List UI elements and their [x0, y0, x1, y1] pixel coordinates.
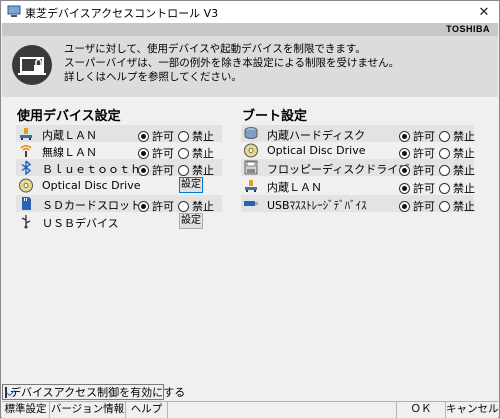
boot-row-lan: 内蔵ＬＡＮ 許可 禁止 [241, 177, 475, 196]
hard-disk-icon [244, 127, 258, 139]
lan-icon [20, 128, 32, 140]
enable-access-control-label: デバイスアクセス制御を有効にする [10, 386, 186, 399]
boot-label: Optical Disc Drive [267, 144, 366, 157]
device-label: 無線ＬＡＮ [42, 146, 97, 159]
bottom-button-bar: 標準設定 バージョン情報 ヘルプ ＯＫ キャンセル [2, 401, 499, 418]
boot-label: 内蔵ＬＡＮ [267, 181, 322, 194]
description-line: スーパーバイザは、一部の例外を除き本設定による制限を受けません。 [64, 57, 400, 69]
deny-radio[interactable]: 禁止 [178, 162, 214, 178]
floppy-icon [244, 160, 258, 175]
close-button[interactable]: ✕ [469, 1, 499, 23]
usb-storage-icon [244, 201, 258, 206]
device-label: 内蔵ＬＡＮ [42, 129, 97, 142]
usb-settings-button[interactable]: 設定 [179, 213, 203, 229]
boot-row-optical-disc: Optical Disc Drive 許可 禁止 [241, 142, 475, 160]
window-title: 東芝デバイスアクセスコントロール V3 [25, 7, 219, 20]
security-lock-icon [12, 45, 52, 85]
device-row-optical-disc: Optical Disc Drive 設定 [16, 177, 222, 194]
device-row-sd-card: ＳＤカードスロット 許可 禁止 [16, 195, 222, 214]
title-bar[interactable]: 東芝デバイスアクセスコントロール V3 ✕ [1, 1, 499, 23]
deny-radio[interactable]: 禁止 [178, 198, 214, 214]
lan-icon [245, 180, 257, 192]
sd-card-icon [22, 197, 31, 210]
boot-label: USBﾏｽｽﾄﾚｰｼﾞﾃﾞﾊﾞｲｽ [267, 199, 367, 212]
header-band: TOSHIBA ユーザに対して、使用デバイスや起動デバイスを制限できます。 スー… [2, 23, 498, 97]
deny-radio[interactable]: 禁止 [439, 162, 475, 178]
allow-radio[interactable]: 許可 [399, 162, 435, 178]
app-window: 東芝デバイスアクセスコントロール V3 ✕ TOSHIBA ユーザに対して、使用… [0, 0, 500, 418]
boot-label: 内蔵ハードディスク [267, 129, 366, 142]
boot-label: フロッピーディスクドライブ [267, 163, 410, 176]
wireless-lan-icon [20, 145, 32, 157]
enable-access-control-checkbox[interactable]: デバイスアクセス制御を有効にする [2, 384, 185, 400]
header-description: ユーザに対して、使用デバイスや起動デバイスを制限できます。 スーパーバイザは、一… [64, 42, 399, 84]
usb-icon [21, 215, 31, 229]
allow-radio[interactable]: 許可 [399, 180, 435, 196]
help-button[interactable]: ヘルプ [126, 402, 168, 418]
description-line: ユーザに対して、使用デバイスや起動デバイスを制限できます。 [64, 43, 366, 55]
allow-radio[interactable]: 許可 [138, 162, 174, 178]
boot-row-usb-storage: USBﾏｽｽﾄﾚｰｼﾞﾃﾞﾊﾞｲｽ 許可 禁止 [241, 195, 475, 214]
boot-settings-title: ブート設定 [242, 109, 308, 124]
default-settings-button[interactable]: 標準設定 [2, 402, 50, 418]
checkbox-checked-icon[interactable] [5, 386, 7, 398]
device-settings-title: 使用デバイス設定 [17, 109, 121, 124]
device-label: Ｂｌｕｅｔｏｏｔｈ [42, 163, 141, 176]
app-icon [7, 5, 21, 17]
device-row-usb: ＵＳＢデバイス 設定 [16, 213, 222, 230]
brand-logo: TOSHIBA [446, 24, 490, 34]
deny-radio[interactable]: 禁止 [439, 198, 475, 214]
allow-radio[interactable]: 許可 [138, 198, 174, 214]
boot-row-floppy: フロッピーディスクドライブ 許可 禁止 [241, 159, 475, 178]
ok-button[interactable]: ＯＫ [396, 402, 446, 418]
version-info-button[interactable]: バージョン情報 [50, 402, 126, 418]
device-row-bluetooth: Ｂｌｕｅｔｏｏｔｈ 許可 禁止 [16, 159, 222, 178]
optical-disc-settings-button[interactable]: 設定 [179, 177, 203, 193]
allow-radio[interactable]: 許可 [399, 198, 435, 214]
brand-bar: TOSHIBA [2, 23, 498, 36]
optical-disc-icon [19, 178, 33, 193]
device-row-lan: 内蔵ＬＡＮ 許可 禁止 [16, 125, 222, 143]
description-line: 詳しくはヘルプを参照してください。 [64, 71, 242, 83]
cancel-button[interactable]: キャンセル [446, 402, 499, 418]
device-label: ＵＳＢデバイス [42, 217, 119, 230]
deny-radio[interactable]: 禁止 [439, 180, 475, 196]
device-row-wireless-lan: 無線ＬＡＮ 許可 禁止 [16, 142, 222, 160]
device-label: ＳＤカードスロット [42, 199, 141, 212]
device-label: Optical Disc Drive [42, 179, 141, 192]
optical-disc-icon [244, 143, 258, 158]
boot-row-hard-disk: 内蔵ハードディスク 許可 禁止 [241, 125, 475, 143]
bluetooth-icon [21, 160, 32, 175]
